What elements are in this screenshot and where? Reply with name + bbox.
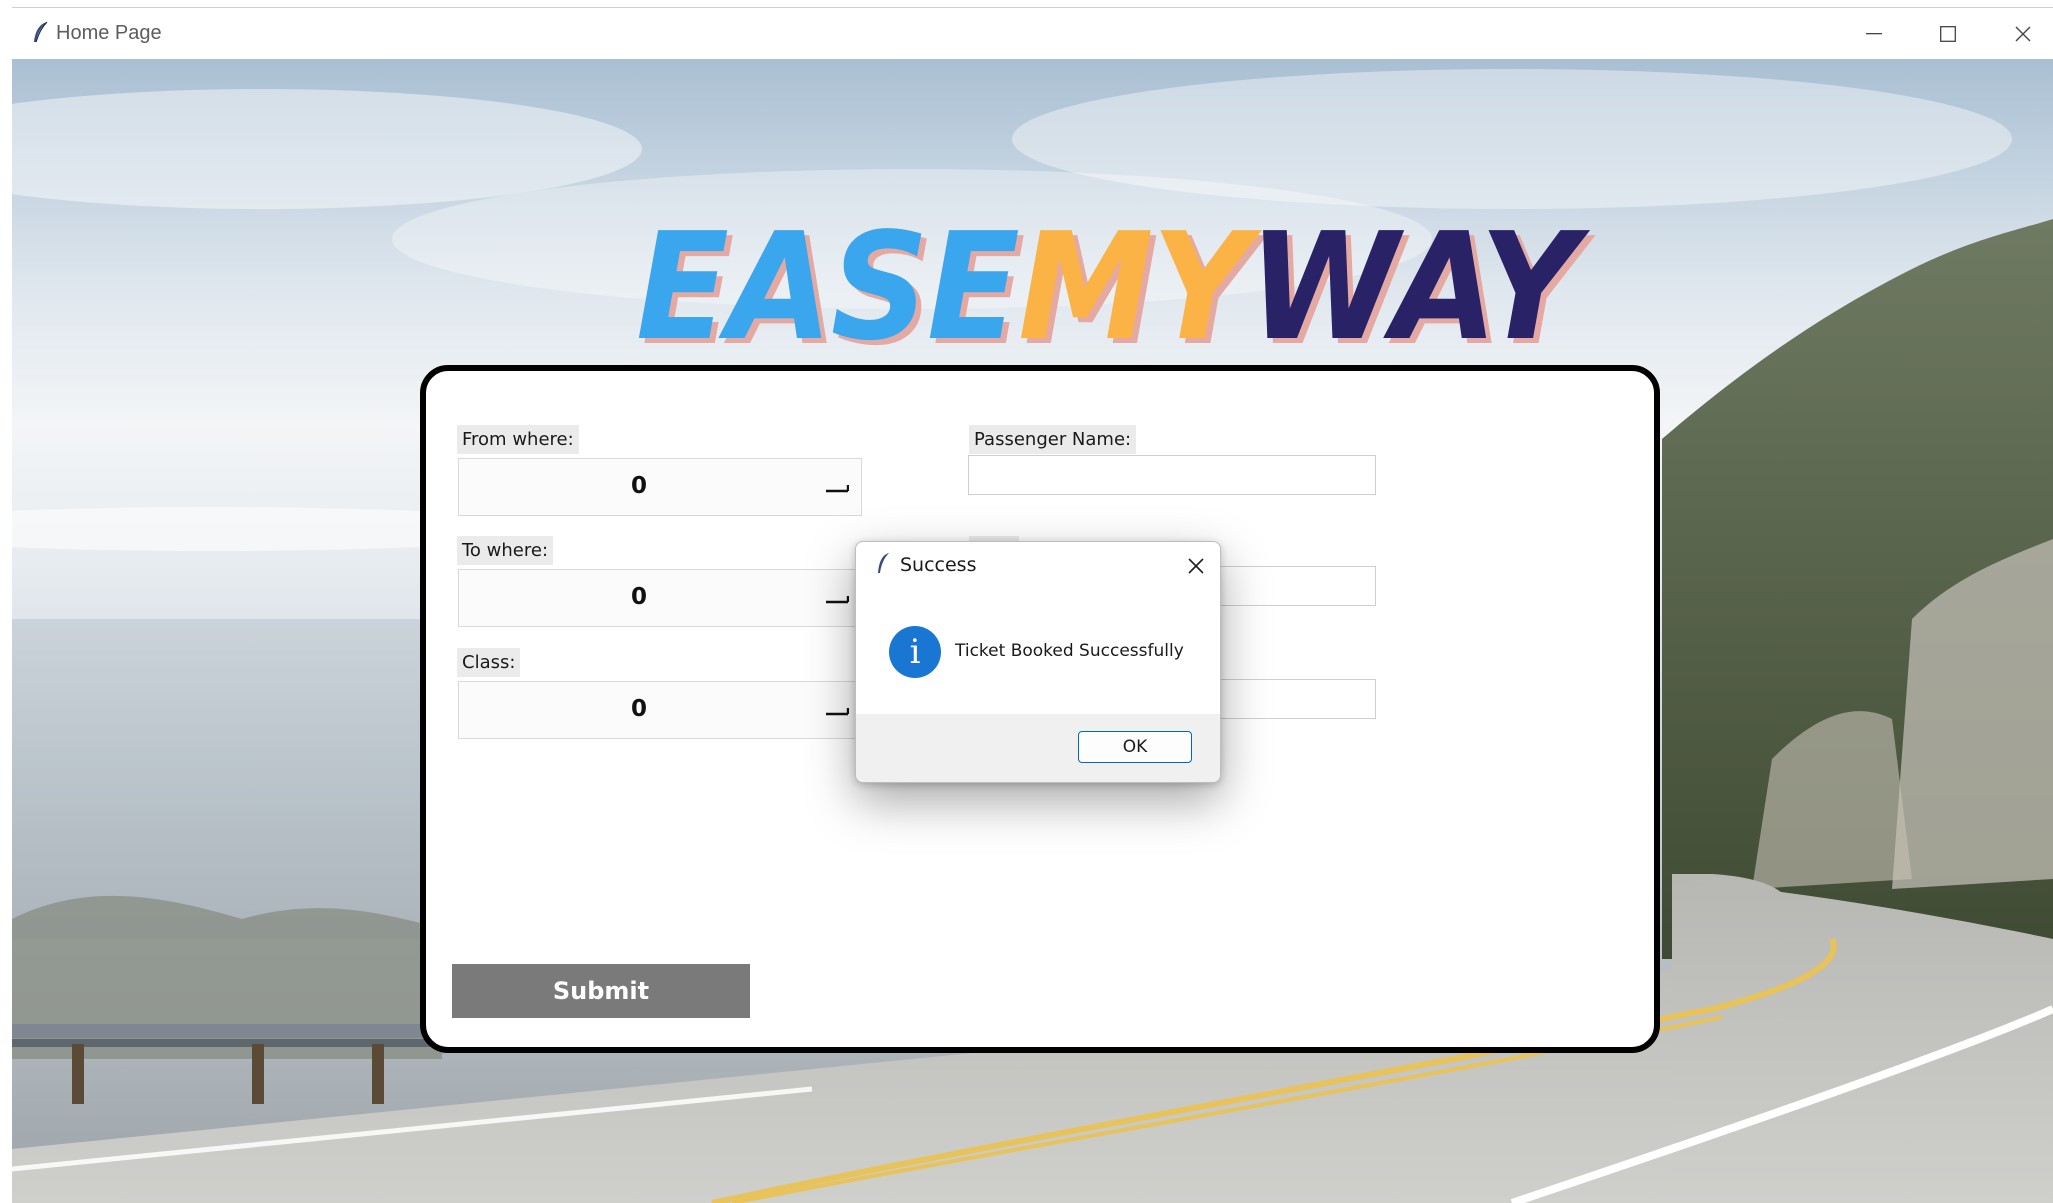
close-icon [2015, 26, 2031, 42]
to-where-label: To where: [457, 536, 554, 565]
submit-button[interactable]: Submit [452, 964, 750, 1018]
feather-icon [34, 21, 48, 43]
ok-button[interactable]: OK [1078, 731, 1192, 763]
maximize-icon [1940, 26, 1956, 42]
logo-part-ease: EASE [636, 201, 1020, 373]
to-where-combobox[interactable]: 0 [458, 569, 862, 627]
minimize-button[interactable] [1838, 8, 1910, 60]
logo-part-way: WAY [1248, 201, 1579, 373]
dialog-footer: OK [856, 714, 1220, 782]
from-where-value: 0 [630, 473, 647, 499]
dialog-message: Ticket Booked Successfully [955, 641, 1184, 661]
from-where-label: From where: [457, 425, 579, 454]
passenger-name-input[interactable] [968, 455, 1376, 495]
logo-part-my: MY [1018, 201, 1250, 373]
app-logo: EASEMYWAY [636, 213, 1579, 361]
passenger-name-label: Passenger Name: [969, 425, 1137, 454]
dialog-title: Success [900, 554, 977, 576]
dropdown-arrow-icon [826, 708, 849, 716]
maximize-button[interactable] [1912, 8, 1984, 60]
close-icon[interactable] [1184, 554, 1208, 578]
class-value: 0 [630, 696, 647, 722]
class-label: Class: [457, 648, 521, 677]
class-combobox[interactable]: 0 [458, 681, 862, 739]
feather-icon [878, 553, 889, 573]
to-where-value: 0 [630, 584, 647, 610]
close-window-button[interactable] [1987, 8, 2053, 60]
title-bar[interactable]: Home Page [12, 7, 2053, 60]
dropdown-arrow-icon [826, 485, 849, 493]
info-icon: i [889, 626, 941, 678]
minimize-icon [1866, 33, 1882, 35]
window-title: Home Page [56, 22, 162, 44]
from-where-combobox[interactable]: 0 [458, 458, 862, 516]
success-dialog: Success i Ticket Booked Successfully OK [855, 541, 1221, 783]
dropdown-arrow-icon [826, 596, 849, 604]
